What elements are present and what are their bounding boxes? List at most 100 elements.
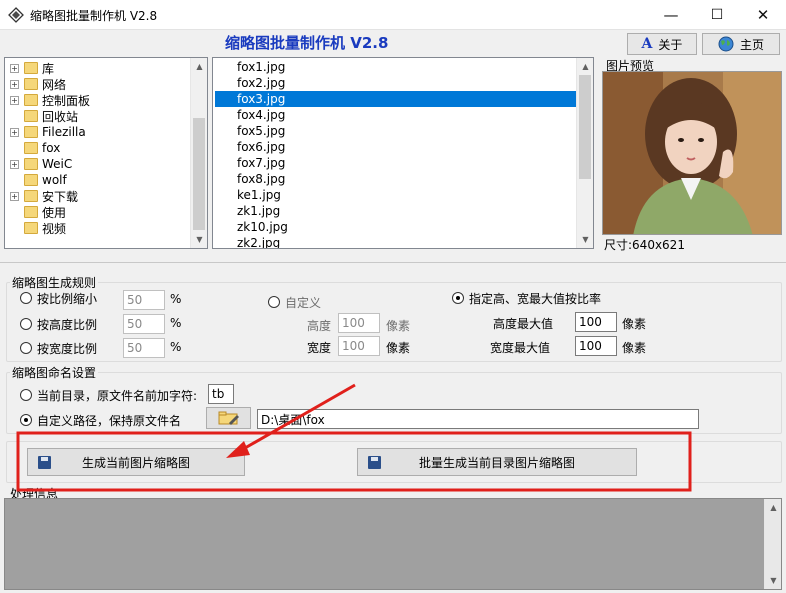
- height-input[interactable]: 100: [338, 313, 380, 333]
- tree-item[interactable]: 回收站: [5, 108, 78, 124]
- tree-item-label: 回收站: [42, 109, 79, 124]
- about-label: 关于: [658, 37, 683, 52]
- folder-icon: [24, 126, 38, 138]
- scale-input[interactable]: 50: [123, 290, 165, 310]
- scroll-up-icon[interactable]: ▲: [577, 58, 593, 75]
- file-list-item[interactable]: fox1.jpg: [215, 59, 578, 75]
- tree-item[interactable]: + 控制面板: [5, 92, 90, 108]
- file-list[interactable]: fox1.jpg fox2.jpg fox3.jpg fox4.jpg fox5.jpg…: [212, 57, 594, 249]
- tree-item[interactable]: + Filezilla: [5, 124, 86, 140]
- tree-item-label: WeiC: [42, 157, 73, 171]
- scroll-down-icon[interactable]: ▼: [577, 231, 593, 248]
- save-icon: [38, 456, 51, 469]
- file-list-item[interactable]: fox5.jpg: [215, 123, 578, 139]
- folder-tree[interactable]: + 库 + 网络 + 控制面板 回收站 + Filezilla fox + WeiC wolf + 安下载使…: [4, 57, 208, 249]
- close-button[interactable]: ✕: [740, 0, 786, 30]
- folder-icon: [24, 174, 38, 186]
- max-width-label: 宽度最大值: [490, 341, 551, 355]
- maximize-button[interactable]: ☐: [694, 0, 740, 30]
- tree-item-label: 使用: [42, 205, 67, 220]
- prefix-input[interactable]: tb: [208, 384, 234, 404]
- expand-icon[interactable]: +: [10, 79, 19, 89]
- tree-item-label: 控制面板: [42, 93, 91, 108]
- custom-size-label: 自定义: [285, 296, 322, 310]
- file-list-item[interactable]: fox3.jpg: [215, 91, 578, 107]
- file-list-item[interactable]: fox4.jpg: [215, 107, 578, 123]
- naming-group-title: 缩略图命名设置: [10, 364, 99, 381]
- scale-radio[interactable]: [20, 292, 32, 304]
- app-icon: [8, 7, 24, 23]
- save-icon: [368, 456, 381, 469]
- width-label: 宽度: [307, 341, 332, 355]
- height-ratio-radio[interactable]: [20, 318, 32, 330]
- height-ratio-input[interactable]: 50: [123, 314, 165, 334]
- percent-label: %: [170, 316, 182, 330]
- file-list-item[interactable]: fox8.jpg: [215, 171, 578, 187]
- width-ratio-input[interactable]: 50: [123, 338, 165, 358]
- tree-item[interactable]: fox: [5, 140, 60, 156]
- log-area[interactable]: ▲ ▼: [4, 498, 782, 590]
- app-heading: 缩略图批量制作机 V2.8: [225, 34, 389, 52]
- tree-item-label: wolf: [42, 173, 67, 187]
- home-button[interactable]: 主页: [702, 33, 780, 55]
- max-ratio-radio[interactable]: [452, 292, 464, 304]
- scroll-down-icon[interactable]: ▼: [191, 231, 207, 248]
- about-button[interactable]: A 关于: [627, 33, 697, 55]
- px-label: 像素: [622, 341, 647, 355]
- file-list-item[interactable]: zk10.jpg: [215, 219, 578, 235]
- minimize-button[interactable]: —: [648, 0, 694, 30]
- file-list-item[interactable]: fox2.jpg: [215, 75, 578, 91]
- generate-current-button[interactable]: 生成当前图片缩略图: [27, 448, 245, 476]
- tree-item[interactable]: wolf: [5, 172, 67, 188]
- file-list-item[interactable]: fox6.jpg: [215, 139, 578, 155]
- scroll-up-icon[interactable]: ▲: [765, 499, 782, 516]
- scroll-thumb[interactable]: [579, 75, 591, 179]
- folder-icon: [24, 158, 38, 170]
- expand-icon[interactable]: +: [10, 63, 19, 73]
- file-list-scrollbar[interactable]: ▲ ▼: [576, 58, 593, 248]
- tree-item[interactable]: + 库: [5, 60, 54, 76]
- path-input[interactable]: D:\桌面\fox: [257, 409, 699, 429]
- tree-item[interactable]: 视频: [5, 220, 66, 236]
- expand-icon[interactable]: +: [10, 159, 19, 169]
- folder-icon: [24, 94, 38, 106]
- custom-size-radio[interactable]: [268, 296, 280, 308]
- generate-batch-label: 批量生成当前目录图片缩略图: [418, 455, 575, 470]
- max-height-label: 高度最大值: [493, 317, 554, 331]
- tree-item[interactable]: + WeiC: [5, 156, 72, 172]
- expand-icon[interactable]: +: [10, 95, 19, 105]
- height-ratio-label: 按高度比例: [37, 318, 98, 332]
- folder-icon: [24, 62, 38, 74]
- height-label: 高度: [307, 319, 332, 333]
- custom-path-radio[interactable]: [20, 414, 32, 426]
- tree-item-label: 库: [42, 61, 55, 76]
- width-ratio-radio[interactable]: [20, 342, 32, 354]
- expand-icon[interactable]: +: [10, 191, 19, 201]
- preview-image: [602, 71, 782, 235]
- tree-item[interactable]: 使用: [5, 204, 66, 220]
- globe-icon: [718, 36, 734, 52]
- log-scrollbar[interactable]: ▲ ▼: [764, 499, 781, 589]
- file-list-item[interactable]: zk1.jpg: [215, 203, 578, 219]
- percent-label: %: [170, 340, 182, 354]
- file-list-item[interactable]: fox7.jpg: [215, 155, 578, 171]
- prefix-radio[interactable]: [20, 389, 32, 401]
- width-input[interactable]: 100: [338, 336, 380, 356]
- custom-path-label: 自定义路径，保持原文件名: [37, 414, 182, 428]
- browse-folder-button[interactable]: [206, 407, 251, 429]
- file-list-item[interactable]: zk2.jpg: [215, 235, 578, 248]
- scroll-up-icon[interactable]: ▲: [191, 58, 207, 75]
- max-height-input[interactable]: 100: [575, 312, 617, 332]
- generate-batch-button[interactable]: 批量生成当前目录图片缩略图: [357, 448, 637, 476]
- scale-label: 按比例缩小: [37, 292, 98, 306]
- folder-icon: [24, 190, 38, 202]
- folder-icon: [24, 78, 38, 90]
- expand-icon[interactable]: +: [10, 127, 19, 137]
- tree-scrollbar[interactable]: ▲ ▼: [190, 58, 207, 248]
- max-width-input[interactable]: 100: [575, 336, 617, 356]
- scroll-down-icon[interactable]: ▼: [765, 572, 782, 589]
- tree-item[interactable]: + 网络: [5, 76, 66, 92]
- scroll-thumb[interactable]: [193, 118, 205, 230]
- tree-item[interactable]: + 安下载: [5, 188, 78, 204]
- file-list-item[interactable]: ke1.jpg: [215, 187, 578, 203]
